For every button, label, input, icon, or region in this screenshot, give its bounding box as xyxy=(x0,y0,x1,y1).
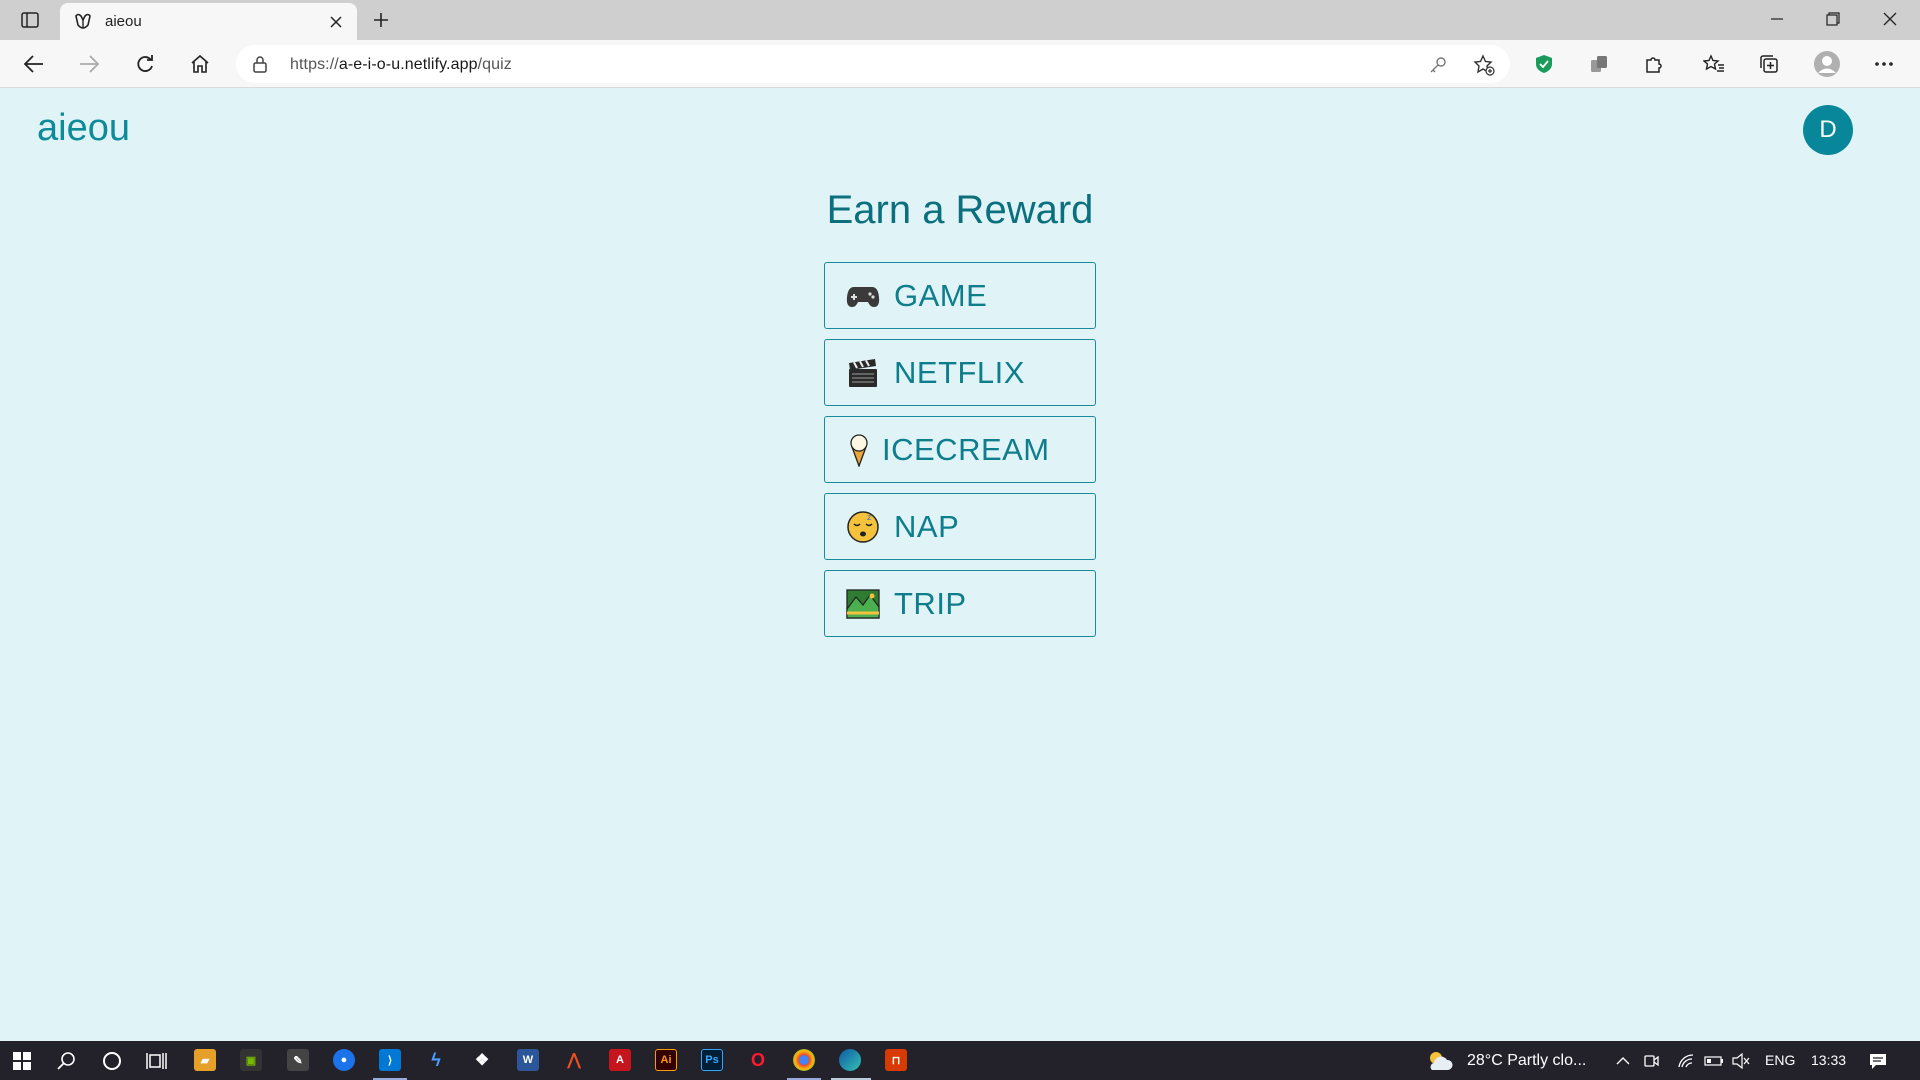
ice-cream-icon xyxy=(846,433,872,467)
chevron-up-icon[interactable] xyxy=(1608,1046,1638,1076)
wifi-icon[interactable] xyxy=(1671,1046,1701,1076)
language-indicator[interactable]: ENG xyxy=(1765,1052,1795,1068)
extensions-puzzle-icon[interactable] xyxy=(1636,46,1672,82)
nvidia-icon[interactable]: ▣ xyxy=(240,1049,262,1071)
browser-tab-active[interactable]: aieou xyxy=(60,3,357,40)
pen-app-icon[interactable]: ✎ xyxy=(287,1049,309,1071)
game-controller-icon xyxy=(846,279,880,313)
volume-muted-icon[interactable] xyxy=(1726,1046,1756,1076)
notifications-icon[interactable] xyxy=(1863,1046,1893,1076)
edge-icon[interactable] xyxy=(839,1049,861,1071)
url-text: https://a-e-i-o-u.netlify.app/quiz xyxy=(290,56,512,73)
store-icon[interactable]: ▰ xyxy=(194,1049,216,1071)
lock-icon[interactable] xyxy=(252,55,268,78)
site-favicon-icon xyxy=(72,11,94,33)
reward-option-label: TRIP xyxy=(894,585,967,621)
matlab-icon[interactable]: ⋀ xyxy=(563,1049,585,1071)
refresh-icon[interactable] xyxy=(127,46,163,82)
shield-extension-icon[interactable] xyxy=(1526,46,1562,82)
add-favorite-icon[interactable] xyxy=(1472,53,1496,77)
profile-icon[interactable] xyxy=(1809,46,1845,82)
windows-taskbar: ▰ ▣ ✎ ● ⟩ ϟ ❖ W ⋀ A Ai Ps O ⊓ 28°C Partl… xyxy=(0,1041,1920,1080)
extension-cards-icon[interactable] xyxy=(1581,46,1617,82)
chrome-icon[interactable] xyxy=(793,1049,815,1071)
tab-title: aieou xyxy=(105,13,142,30)
page-title: Earn a Reward xyxy=(826,188,1094,232)
tab-actions-icon[interactable] xyxy=(12,6,48,34)
svg-text:z: z xyxy=(867,513,871,522)
office-icon[interactable]: ⊓ xyxy=(885,1049,907,1071)
weather-text[interactable]: 28°C Partly clo... xyxy=(1467,1052,1586,1070)
search-icon[interactable] xyxy=(52,1046,82,1076)
clapper-board-icon xyxy=(846,356,880,390)
reward-options: GAME NETFLIX ICECREAM z NAP TRIP xyxy=(824,262,1096,647)
page-content: aieou D Earn a Reward GAME NETFLIX ICECR… xyxy=(0,89,1920,1041)
forward-icon[interactable] xyxy=(71,46,107,82)
reward-option-nap[interactable]: z NAP xyxy=(824,493,1096,560)
reward-option-label: ICECREAM xyxy=(882,431,1050,467)
windows-start-icon[interactable] xyxy=(7,1046,37,1076)
user-avatar[interactable]: D xyxy=(1803,105,1853,155)
minimize-window-icon[interactable] xyxy=(1749,0,1805,38)
photoshop-icon[interactable]: Ps xyxy=(701,1049,723,1071)
browser-toolbar: https://a-e-i-o-u.netlify.app/quiz xyxy=(0,40,1920,88)
weather-icon[interactable] xyxy=(1425,1046,1455,1076)
favorites-icon[interactable] xyxy=(1696,46,1732,82)
dropbox-icon[interactable]: ❖ xyxy=(471,1049,493,1071)
reward-option-trip[interactable]: TRIP xyxy=(824,570,1096,637)
collections-icon[interactable] xyxy=(1751,46,1787,82)
browser-tab-bar: aieou xyxy=(0,0,1920,40)
home-icon[interactable] xyxy=(182,46,218,82)
more-menu-icon[interactable] xyxy=(1866,46,1902,82)
sleeping-face-icon: z xyxy=(846,510,880,544)
cortana-icon[interactable] xyxy=(97,1046,127,1076)
reward-option-netflix[interactable]: NETFLIX xyxy=(824,339,1096,406)
battery-icon[interactable] xyxy=(1699,1046,1729,1076)
lightning-app-icon[interactable]: ϟ xyxy=(425,1049,447,1071)
close-window-icon[interactable] xyxy=(1862,0,1918,38)
reward-option-label: NAP xyxy=(894,508,960,544)
close-tab-icon[interactable] xyxy=(325,11,347,33)
reward-option-icecream[interactable]: ICECREAM xyxy=(824,416,1096,483)
brand-logo[interactable]: aieou xyxy=(37,107,130,150)
back-icon[interactable] xyxy=(16,46,52,82)
app-circle-icon[interactable]: ● xyxy=(333,1049,355,1071)
national-park-icon xyxy=(846,587,880,621)
opera-icon[interactable]: O xyxy=(747,1049,769,1071)
reward-option-label: GAME xyxy=(894,277,988,313)
meet-now-icon[interactable] xyxy=(1636,1046,1666,1076)
reward-option-label: NETFLIX xyxy=(894,354,1025,390)
key-icon[interactable] xyxy=(1426,53,1450,77)
restore-window-icon[interactable] xyxy=(1805,0,1861,38)
clock-time[interactable]: 13:33 xyxy=(1811,1052,1846,1068)
acrobat-icon[interactable]: A xyxy=(609,1049,631,1071)
address-bar[interactable]: https://a-e-i-o-u.netlify.app/quiz xyxy=(236,45,1510,83)
task-view-icon[interactable] xyxy=(142,1046,172,1076)
vscode-icon[interactable]: ⟩ xyxy=(379,1049,401,1071)
word-icon[interactable]: W xyxy=(517,1049,539,1071)
reward-option-game[interactable]: GAME xyxy=(824,262,1096,329)
new-tab-icon[interactable] xyxy=(366,6,396,34)
illustrator-icon[interactable]: Ai xyxy=(655,1049,677,1071)
